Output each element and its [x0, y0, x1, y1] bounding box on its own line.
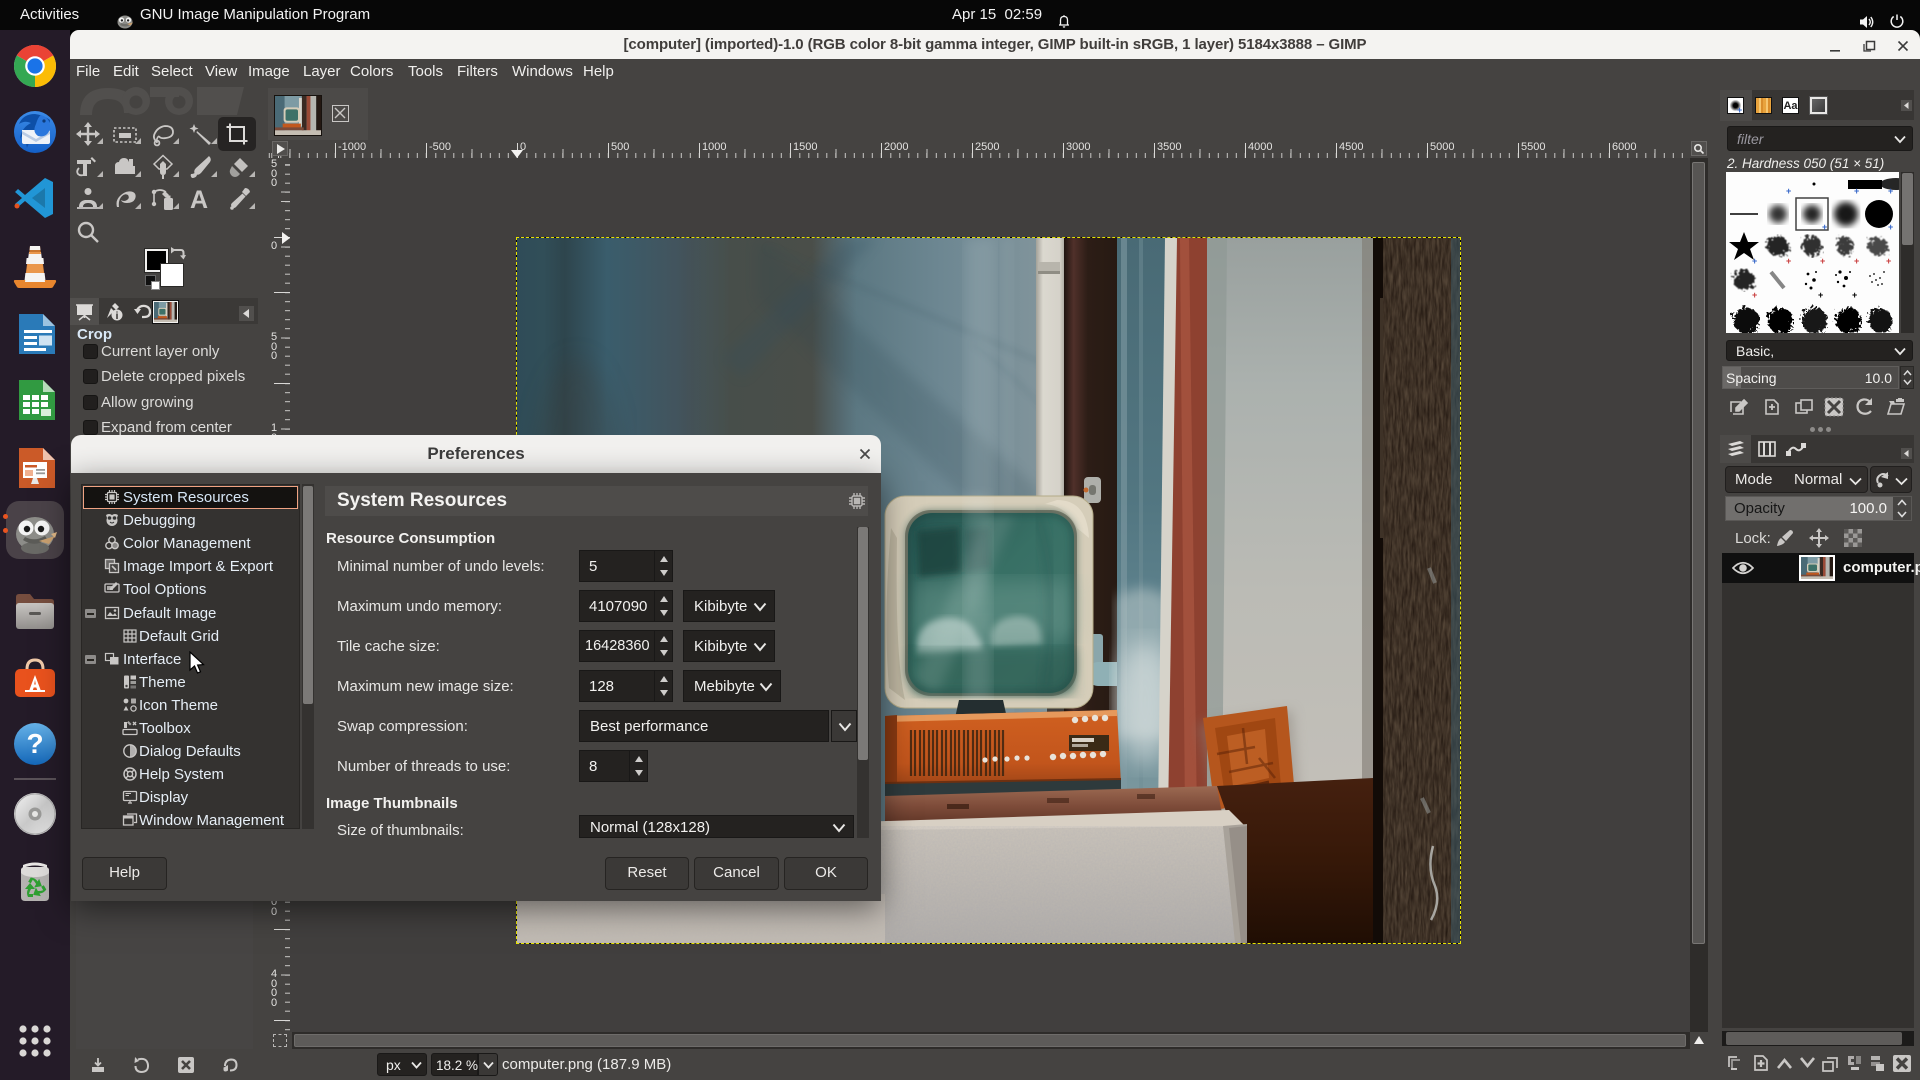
svg-text:+: +	[1752, 256, 1757, 266]
svg-text:i: i	[116, 311, 119, 322]
svg-text:?: ?	[26, 728, 43, 759]
svg-text:+: +	[1786, 256, 1791, 266]
svg-text:+: +	[1852, 290, 1857, 300]
svg-text:+: +	[1752, 290, 1757, 300]
svg-text:+: +	[1820, 256, 1825, 266]
svg-text:+: +	[1888, 222, 1893, 232]
svg-text:+: +	[1818, 290, 1823, 300]
svg-text:+: +	[1888, 186, 1893, 196]
svg-text:+: +	[1886, 256, 1891, 266]
svg-text:+: +	[1786, 186, 1791, 196]
svg-text:+: +	[1822, 222, 1827, 232]
svg-text:+: +	[1854, 256, 1859, 266]
svg-text:+: +	[1854, 186, 1859, 196]
